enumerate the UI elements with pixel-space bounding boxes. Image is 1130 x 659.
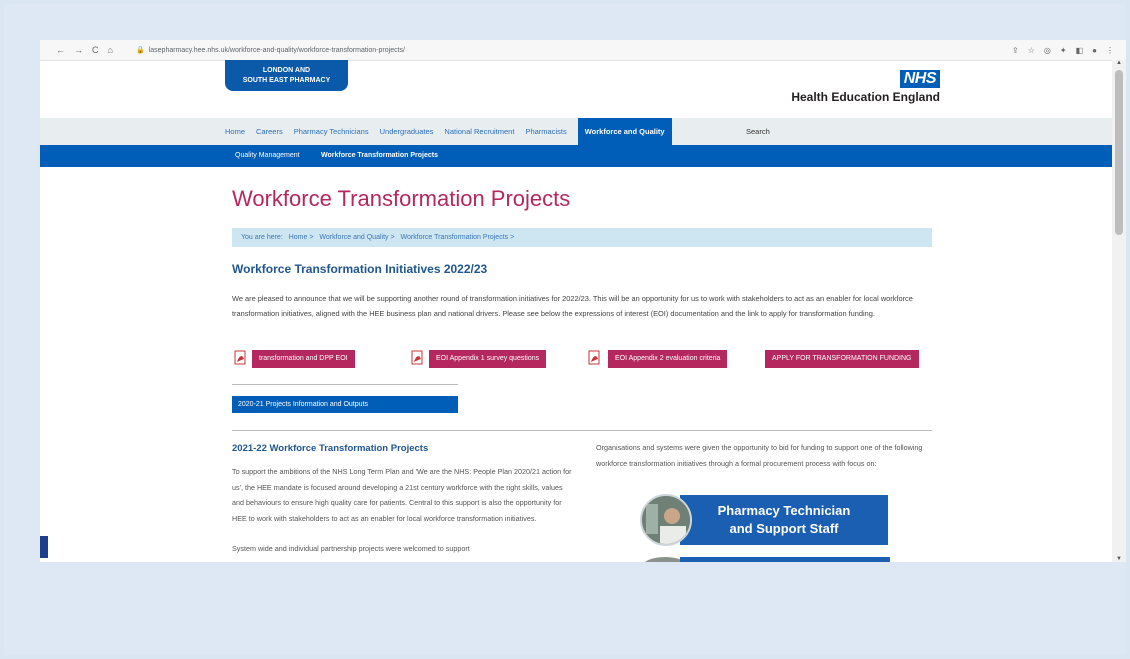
breadcrumb: You are here: Home > Workforce and Quali… xyxy=(232,228,932,247)
divider xyxy=(232,384,458,385)
scroll-up-icon[interactable]: ▲ xyxy=(1116,60,1122,66)
second-banner-partial[interactable] xyxy=(680,557,890,562)
logo-line-1: LONDON AND xyxy=(262,67,311,74)
home-icon[interactable]: ⌂ xyxy=(108,45,113,55)
banner-photo xyxy=(640,494,692,546)
nav-search[interactable]: Search xyxy=(746,127,770,136)
page-title: Workforce Transformation Projects xyxy=(232,186,571,211)
menu-icon[interactable]: ⋮ xyxy=(1106,46,1114,55)
lse-pharmacy-logo[interactable]: LONDON AND SOUTH EAST PHARMACY xyxy=(225,60,348,91)
banner-line-2: and Support Staff xyxy=(729,521,839,536)
browser-window: ← → C ⌂ 🔒 lasepharmacy.hee.nhs.uk/workfo… xyxy=(40,40,1126,562)
section-heading-2021-22: 2021-22 Workforce Transformation Project… xyxy=(232,443,429,454)
main-navigation: Home Careers Pharmacy Technicians Underg… xyxy=(40,118,1112,145)
subnav-workforce-transformation[interactable]: Workforce Transformation Projects xyxy=(321,152,438,159)
logo-line-2: SOUTH EAST PHARMACY xyxy=(242,77,331,84)
lock-icon: 🔒 xyxy=(136,47,145,54)
scroll-down-icon[interactable]: ▼ xyxy=(1116,556,1122,562)
subnav-quality-management[interactable]: Quality Management xyxy=(235,152,300,159)
projects-2020-21-button[interactable]: 2020-21 Projects Information and Outputs xyxy=(232,396,458,413)
puzzle-icon[interactable]: ✦ xyxy=(1060,46,1067,55)
breadcrumb-current[interactable]: Workforce Transformation Projects > xyxy=(401,234,515,241)
breadcrumb-workforce[interactable]: Workforce and Quality > xyxy=(319,234,394,241)
intro-paragraph: We are pleased to announce that we will … xyxy=(232,294,913,318)
sub-navigation: Quality Management Workforce Transformat… xyxy=(40,145,1112,167)
apply-funding-button[interactable]: APPLY FOR TRANSFORMATION FUNDING xyxy=(765,350,919,368)
nav-workforce-and-quality[interactable]: Workforce and Quality xyxy=(577,118,672,145)
back-icon[interactable]: ← xyxy=(56,45,65,55)
star-icon[interactable]: ☆ xyxy=(1028,46,1035,55)
page-scrollbar[interactable]: ▲ ▼ xyxy=(1112,60,1126,562)
browser-toolbar: ← → C ⌂ 🔒 lasepharmacy.hee.nhs.uk/workfo… xyxy=(40,40,1126,61)
web-page: LONDON AND SOUTH EAST PHARMACY NHS Healt… xyxy=(40,60,1112,562)
banner-bar: Pharmacy Technician and Support Staff xyxy=(680,495,888,545)
share-icon[interactable]: ⇪ xyxy=(1012,46,1019,55)
hee-name: Health Education England xyxy=(791,90,940,104)
nav-pharmacy-technicians[interactable]: Pharmacy Technicians xyxy=(294,127,369,136)
pharmacy-technician-banner[interactable]: Pharmacy Technician and Support Staff xyxy=(640,494,890,546)
breadcrumb-label: You are here: xyxy=(241,234,283,241)
left-column-text: To support the ambitions of the NHS Long… xyxy=(232,464,572,557)
sidebar-icon[interactable]: ◧ xyxy=(1076,46,1084,55)
nav-home[interactable]: Home xyxy=(225,127,245,136)
address-bar[interactable]: 🔒 lasepharmacy.hee.nhs.uk/workforce-and-… xyxy=(136,46,405,55)
nav-national-recruitment[interactable]: National Recruitment xyxy=(444,127,514,136)
hee-logo[interactable]: NHS Health Education England xyxy=(791,70,940,104)
pdf-icon xyxy=(234,350,246,365)
scrollbar-thumb[interactable] xyxy=(1115,70,1123,235)
pdf-icon xyxy=(588,350,600,365)
browser-nav-buttons: ← → C ⌂ xyxy=(40,45,136,55)
appendix1-button[interactable]: EOI Appendix 1 survey questions xyxy=(429,350,547,368)
section-paragraph: To support the ambitions of the NHS Long… xyxy=(232,467,572,523)
eoi-button[interactable]: transformation and DPP EOI xyxy=(252,350,355,368)
nav-undergraduates[interactable]: Undergraduates xyxy=(380,127,434,136)
banner-line-1: Pharmacy Technician xyxy=(717,503,851,518)
forward-icon[interactable]: → xyxy=(74,45,83,55)
pdf-icon xyxy=(411,350,423,365)
section-heading-2022: Workforce Transformation Initiatives 202… xyxy=(232,262,488,276)
taskbar-edge xyxy=(40,536,48,558)
site-header: LONDON AND SOUTH EAST PHARMACY NHS Healt… xyxy=(40,60,1112,118)
breadcrumb-home[interactable]: Home > xyxy=(289,234,314,241)
divider xyxy=(232,430,932,431)
reload-icon[interactable]: C xyxy=(92,45,99,55)
appendix2-button[interactable]: EOI Appendix 2 evaluation criteria xyxy=(608,350,728,368)
browser-actions: ⇪ ☆ ◎ ✦ ◧ ● ⋮ xyxy=(1012,46,1126,55)
url-text: lasepharmacy.hee.nhs.uk/workforce-and-qu… xyxy=(148,46,405,54)
nhs-logo: NHS xyxy=(899,70,940,88)
section-paragraph-2: System wide and individual partnership p… xyxy=(232,544,470,553)
extension-icon[interactable]: ◎ xyxy=(1044,46,1051,55)
nav-pharmacists[interactable]: Pharmacists xyxy=(525,127,566,136)
nav-careers[interactable]: Careers xyxy=(256,127,283,136)
profile-icon[interactable]: ● xyxy=(1092,46,1097,55)
right-column-text: Organisations and systems were given the… xyxy=(596,443,923,468)
